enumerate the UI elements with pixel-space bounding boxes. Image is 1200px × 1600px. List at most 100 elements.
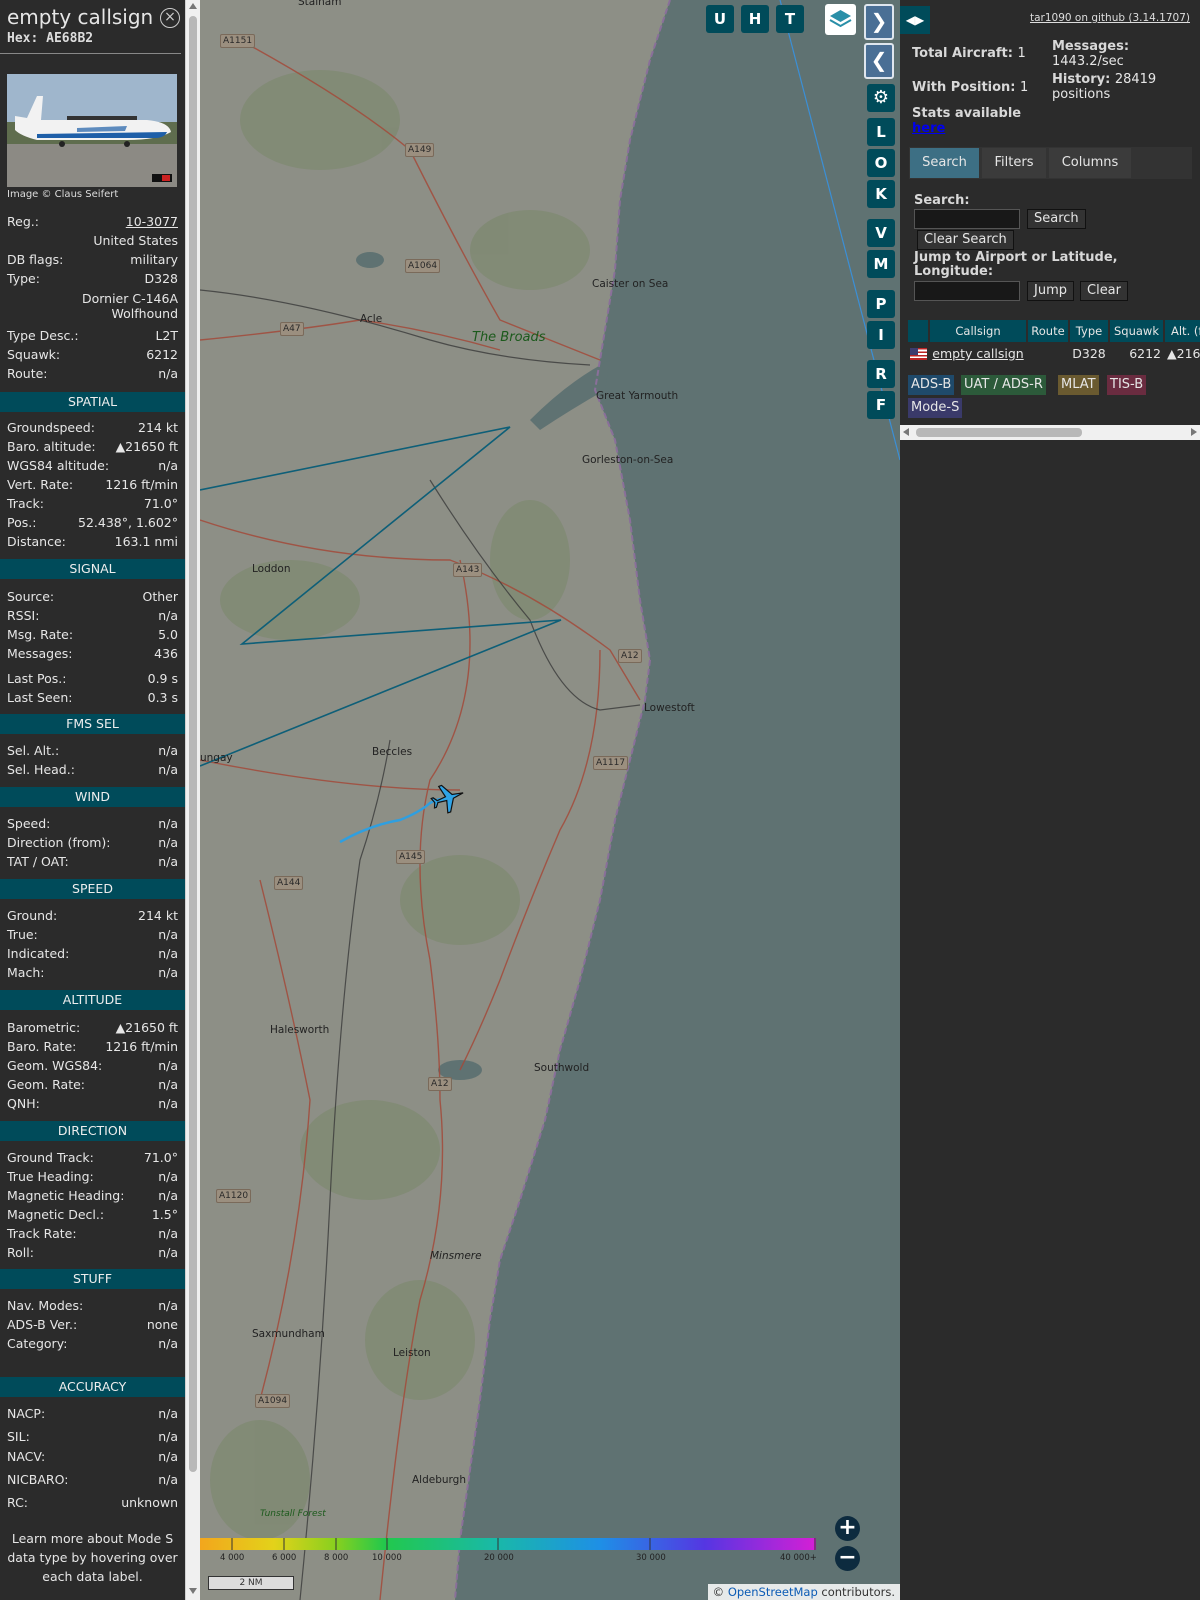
expand-sidebar-icon[interactable]: ◀▶	[900, 6, 930, 34]
altitude-label[interactable]: Geom. Rate:	[7, 1075, 85, 1094]
speed-label[interactable]: True:	[7, 925, 38, 944]
zoom-out-button[interactable]: −	[835, 1546, 860, 1571]
jump-button[interactable]: Jump	[1027, 281, 1074, 301]
button-i[interactable]: I	[867, 321, 895, 349]
search-button[interactable]: Search	[1027, 209, 1086, 229]
table-scrollbar[interactable]	[900, 425, 1200, 440]
table-cell-squawk: 6212	[1129, 346, 1161, 361]
button-l[interactable]: L	[867, 118, 895, 146]
github-link[interactable]: tar1090 on github (3.14.1707)	[1030, 12, 1190, 24]
scroll-right-icon[interactable]	[1191, 428, 1197, 436]
info-panel-scrollbar[interactable]	[185, 0, 200, 1600]
tab-search[interactable]: Search	[910, 148, 979, 178]
aircraft-photo[interactable]	[7, 74, 177, 187]
spatial-label[interactable]: Track:	[7, 494, 44, 513]
signal-label[interactable]: RSSI:	[7, 606, 39, 625]
scrollbar-thumb[interactable]	[189, 16, 197, 1472]
direction-label[interactable]: Roll:	[7, 1243, 34, 1262]
stuff-label[interactable]: ADS-B Ver.:	[7, 1315, 77, 1334]
chevron-left-icon[interactable]: ❮	[864, 43, 894, 79]
fms-label[interactable]: Sel. Alt.:	[7, 741, 59, 760]
accuracy-label[interactable]: RC:	[7, 1493, 28, 1512]
table-cell-callsign[interactable]: empty callsign	[930, 345, 1026, 363]
speed-label[interactable]: Ground:	[7, 906, 57, 925]
signal-label[interactable]: Source:	[7, 587, 54, 606]
clear-search-button[interactable]: Clear Search	[917, 230, 1014, 250]
tab-columns[interactable]: Columns	[1049, 148, 1131, 178]
gear-icon[interactable]: ⚙	[867, 84, 895, 112]
button-m[interactable]: M	[867, 250, 895, 278]
altitude-label[interactable]: QNH:	[7, 1094, 40, 1113]
spatial-label[interactable]: WGS84 altitude:	[7, 456, 109, 475]
chevron-right-icon[interactable]: ❯	[864, 4, 894, 40]
button-p[interactable]: P	[867, 290, 895, 318]
signal-label[interactable]: Msg. Rate:	[7, 625, 73, 644]
accuracy-label[interactable]: SIL:	[7, 1427, 30, 1446]
registration-link[interactable]: 10-3077	[126, 212, 178, 231]
spatial-row: Track: 71.0°	[7, 494, 178, 513]
jump-input[interactable]	[914, 281, 1020, 301]
spatial-row: Pos.: 52.438°, 1.602°	[7, 513, 178, 532]
fms-label[interactable]: Sel. Head.:	[7, 760, 75, 779]
wind-label[interactable]: Speed:	[7, 814, 50, 833]
accuracy-label[interactable]: NICBARO:	[7, 1470, 68, 1489]
signal-label[interactable]: Last Pos.:	[7, 669, 66, 688]
source-chip-modes[interactable]: Mode-S	[908, 398, 963, 418]
scrollbar-thumb[interactable]	[916, 428, 1082, 437]
column-header-callsign[interactable]: Callsign	[930, 320, 1026, 342]
button-h[interactable]: H	[741, 5, 769, 33]
wind-label[interactable]: Direction (from):	[7, 833, 111, 852]
button-u[interactable]: U	[706, 5, 734, 33]
direction-label[interactable]: Magnetic Heading:	[7, 1186, 124, 1205]
search-input[interactable]	[914, 209, 1020, 229]
source-chip-uat[interactable]: UAT / ADS-R	[961, 375, 1046, 395]
spatial-label[interactable]: Pos.:	[7, 513, 36, 532]
accuracy-label[interactable]: NACP:	[7, 1404, 45, 1423]
column-header-squawk[interactable]: Squawk	[1110, 320, 1163, 342]
spatial-label[interactable]: Baro. altitude:	[7, 437, 96, 456]
spatial-label[interactable]: Groundspeed:	[7, 418, 95, 437]
accuracy-label[interactable]: NACV:	[7, 1447, 45, 1466]
altitude-label[interactable]: Baro. Rate:	[7, 1037, 76, 1056]
scroll-up-icon[interactable]	[189, 3, 197, 9]
altitude-label[interactable]: Barometric:	[7, 1018, 80, 1037]
signal-label[interactable]: Last Seen:	[7, 688, 72, 707]
section-stuff: STUFF	[0, 1269, 185, 1289]
button-o[interactable]: O	[867, 149, 895, 177]
wind-label[interactable]: TAT / OAT:	[7, 852, 69, 871]
source-chip-adsb[interactable]: ADS-B	[908, 375, 955, 395]
source-chip-mlat[interactable]: MLAT	[1058, 375, 1099, 395]
spatial-label[interactable]: Vert. Rate:	[7, 475, 73, 494]
direction-label[interactable]: Magnetic Decl.:	[7, 1205, 104, 1224]
place-label: Beccles	[372, 746, 413, 758]
column-header-altitude[interactable]: Alt. (ft)	[1165, 320, 1200, 342]
stuff-label[interactable]: Nav. Modes:	[7, 1296, 83, 1315]
close-icon[interactable]: ×	[160, 8, 180, 28]
stuff-label[interactable]: Category:	[7, 1334, 67, 1353]
layers-icon[interactable]	[825, 4, 856, 35]
tab-filters[interactable]: Filters	[982, 148, 1046, 178]
zoom-in-button[interactable]: +	[835, 1516, 860, 1541]
button-k[interactable]: K	[867, 180, 895, 208]
altitude-label[interactable]: Geom. WGS84:	[7, 1056, 102, 1075]
map-view[interactable]: Stalham Acle Caister on Sea Great Yarmou…	[200, 0, 900, 1600]
source-chip-tisb[interactable]: TIS-B	[1107, 375, 1147, 395]
spatial-label[interactable]: Distance:	[7, 532, 66, 551]
speed-label[interactable]: Mach:	[7, 963, 44, 982]
scroll-left-icon[interactable]	[903, 428, 909, 436]
scroll-down-icon[interactable]	[189, 1588, 197, 1594]
stats-link[interactable]: here	[912, 121, 945, 136]
openstreetmap-link[interactable]: OpenStreetMap	[728, 1585, 818, 1599]
column-header-route[interactable]: Route	[1028, 320, 1068, 342]
clear-button[interactable]: Clear	[1080, 281, 1128, 301]
direction-label[interactable]: True Heading:	[7, 1167, 94, 1186]
column-header-type[interactable]: Type	[1070, 320, 1108, 342]
direction-label[interactable]: Track Rate:	[7, 1224, 77, 1243]
button-t[interactable]: T	[776, 5, 804, 33]
button-v[interactable]: V	[867, 219, 895, 247]
button-f[interactable]: F	[867, 391, 895, 419]
button-r[interactable]: R	[867, 360, 895, 388]
speed-label[interactable]: Indicated:	[7, 944, 69, 963]
signal-label[interactable]: Messages:	[7, 644, 73, 663]
direction-label[interactable]: Ground Track:	[7, 1148, 94, 1167]
